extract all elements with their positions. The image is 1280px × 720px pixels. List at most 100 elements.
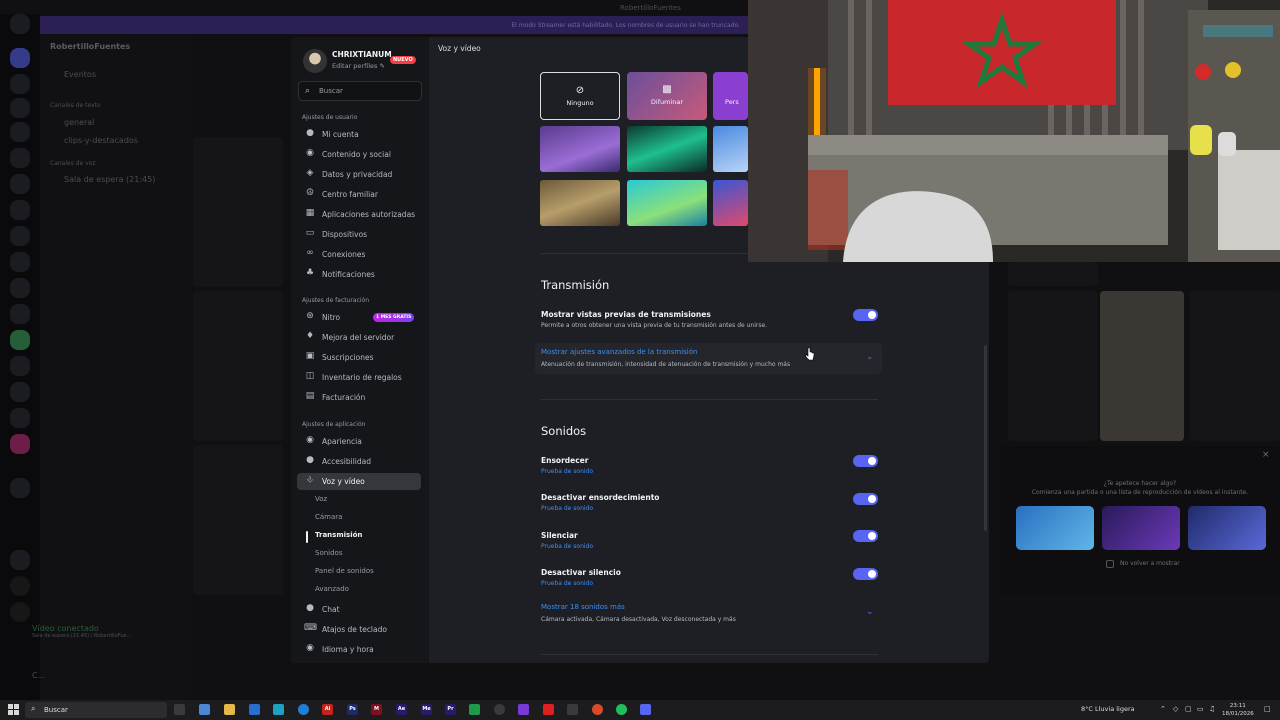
edge-icon[interactable]: [298, 704, 309, 715]
bg-option-custom[interactable]: Pers: [713, 72, 748, 120]
subitem-voice[interactable]: Voz: [315, 495, 327, 503]
chevron-down-icon[interactable]: ⌄: [866, 607, 874, 617]
illustrator-icon[interactable]: Ai: [322, 704, 333, 715]
sidebar-item-subscriptions[interactable]: ▣ Suscripciones: [297, 349, 421, 366]
channel-item[interactable]: clips-y-destacados: [64, 136, 138, 145]
weather-widget[interactable]: 8°C Lluvia ligera: [1081, 705, 1135, 713]
app-icon[interactable]: [199, 704, 210, 715]
search-input[interactable]: [319, 85, 417, 97]
channel-item[interactable]: Eventos: [64, 70, 96, 79]
sidebar-item-appearance[interactable]: ◉ Apariencia: [297, 433, 421, 450]
profile-name[interactable]: CHRIXTIANUM: [332, 50, 392, 59]
app-icon[interactable]: [273, 704, 284, 715]
spotify-icon[interactable]: [616, 704, 627, 715]
add-server-icon[interactable]: [10, 576, 30, 596]
unmute-sound-toggle[interactable]: [853, 568, 878, 580]
clock[interactable]: 23:11 18/01/2026: [1222, 702, 1254, 718]
activity-card[interactable]: [1102, 506, 1180, 550]
channel-item[interactable]: general: [64, 118, 94, 127]
bg-thumbnail[interactable]: [540, 180, 620, 226]
app-tray-icon[interactable]: ▢: [1185, 705, 1192, 713]
sidebar-item-server-boost[interactable]: ♦ Mejora del servidor: [297, 329, 421, 346]
server-icon[interactable]: [10, 550, 30, 570]
server-icon[interactable]: [10, 330, 30, 350]
voice-channel[interactable]: Sala de espera (21:45): [64, 175, 155, 184]
avatar[interactable]: [303, 49, 327, 73]
file-explorer-icon[interactable]: [224, 704, 235, 715]
app-icon[interactable]: [567, 704, 578, 715]
server-icon[interactable]: [10, 278, 30, 298]
bg-option-blur[interactable]: ▩ Difuminar: [627, 72, 707, 120]
channel-category[interactable]: Canales de texto: [50, 102, 101, 109]
dont-show-checkbox[interactable]: [1106, 560, 1114, 568]
bg-thumbnail[interactable]: [627, 126, 707, 172]
server-icon[interactable]: [10, 434, 30, 454]
sound-test-link[interactable]: Prueba de sonido: [541, 580, 593, 587]
server-icon[interactable]: [10, 382, 30, 402]
obs-icon[interactable]: [494, 704, 505, 715]
sidebar-item-chat[interactable]: ● Chat: [297, 601, 421, 618]
discover-icon[interactable]: [10, 602, 30, 622]
server-icon[interactable]: [10, 478, 30, 498]
server-icon[interactable]: [10, 226, 30, 246]
media-encoder-icon[interactable]: Me: [421, 704, 432, 715]
sound-test-link[interactable]: Prueba de sonido: [541, 505, 593, 512]
sidebar-item-billing[interactable]: ▤ Facturación: [297, 389, 421, 406]
volume-icon[interactable]: ♫: [1209, 705, 1215, 713]
twitch-icon[interactable]: [518, 704, 529, 715]
discord-icon[interactable]: [640, 704, 651, 715]
subitem-advanced[interactable]: Avanzado: [315, 585, 349, 593]
undeafen-sound-toggle[interactable]: [853, 493, 878, 505]
close-icon[interactable]: ×: [1262, 450, 1270, 460]
after-effects-icon[interactable]: Ae: [396, 704, 407, 715]
bg-thumbnail[interactable]: [713, 180, 748, 226]
subitem-transmission[interactable]: Transmisión: [315, 531, 362, 539]
server-icon[interactable]: [10, 252, 30, 272]
subitem-camera[interactable]: Cámara: [315, 513, 342, 521]
app-icon[interactable]: [469, 704, 480, 715]
server-icon[interactable]: [10, 174, 30, 194]
server-icon[interactable]: [10, 356, 30, 376]
youtube-icon[interactable]: [543, 704, 554, 715]
notifications-icon[interactable]: □: [1264, 705, 1271, 713]
server-icon[interactable]: [10, 148, 30, 168]
bg-thumbnail[interactable]: [627, 180, 707, 226]
sidebar-item-data-privacy[interactable]: ◈ Datos y privacidad: [297, 166, 421, 183]
sidebar-item-language-time[interactable]: ◉ Idioma y hora: [297, 641, 421, 658]
outlook-icon[interactable]: [249, 704, 260, 715]
advanced-stream-settings-link[interactable]: Mostrar ajustes avanzados de la transmis…: [541, 348, 697, 356]
chevron-up-icon[interactable]: ⌃: [1160, 705, 1166, 713]
mute-sound-toggle[interactable]: [853, 530, 878, 542]
sidebar-item-authorized-apps[interactable]: ▦ Aplicaciones autorizadas: [297, 206, 421, 223]
taskbar-search[interactable]: ⌕ Buscar: [25, 702, 167, 718]
show-more-sounds-link[interactable]: Mostrar 18 sonidos más: [541, 603, 625, 611]
task-view-icon[interactable]: [174, 704, 185, 715]
server-icon[interactable]: [10, 200, 30, 220]
server-icon[interactable]: [10, 98, 30, 118]
premiere-icon[interactable]: Pr: [445, 704, 456, 715]
network-icon[interactable]: ◇: [1173, 705, 1178, 713]
chevron-down-icon[interactable]: ⌄: [866, 352, 874, 362]
scrollbar[interactable]: [984, 345, 987, 531]
display-icon[interactable]: ▭: [1197, 705, 1204, 713]
bg-thumbnail[interactable]: [540, 126, 620, 172]
bg-thumbnail[interactable]: [713, 126, 748, 172]
server-icon[interactable]: [10, 304, 30, 324]
server-icon[interactable]: [10, 14, 30, 34]
subitem-soundboard[interactable]: Panel de sonidos: [315, 567, 374, 575]
sidebar-item-content-social[interactable]: ◉ Contenido y social: [297, 146, 421, 163]
edit-profiles-link[interactable]: Editar perfiles ✎: [332, 62, 385, 70]
sidebar-item-keybinds[interactable]: ⌨ Atajos de teclado: [297, 621, 421, 638]
sidebar-item-accessibility[interactable]: ● Accesibilidad: [297, 453, 421, 470]
deafen-sound-toggle[interactable]: [853, 455, 878, 467]
settings-search[interactable]: ⌕: [298, 81, 422, 101]
chrome-icon[interactable]: [592, 704, 603, 715]
windows-start-icon[interactable]: [8, 704, 20, 716]
sound-test-link[interactable]: Prueba de sonido: [541, 543, 593, 550]
sidebar-item-gift-inventory[interactable]: ◫ Inventario de regalos: [297, 369, 421, 386]
server-icon[interactable]: [10, 48, 30, 68]
sidebar-item-devices[interactable]: ▭ Dispositivos: [297, 226, 421, 243]
activity-card[interactable]: [1016, 506, 1094, 550]
sidebar-item-voice-video[interactable]: ⎀ Voz y vídeo: [297, 473, 421, 490]
photoshop-icon[interactable]: Ps: [347, 704, 358, 715]
